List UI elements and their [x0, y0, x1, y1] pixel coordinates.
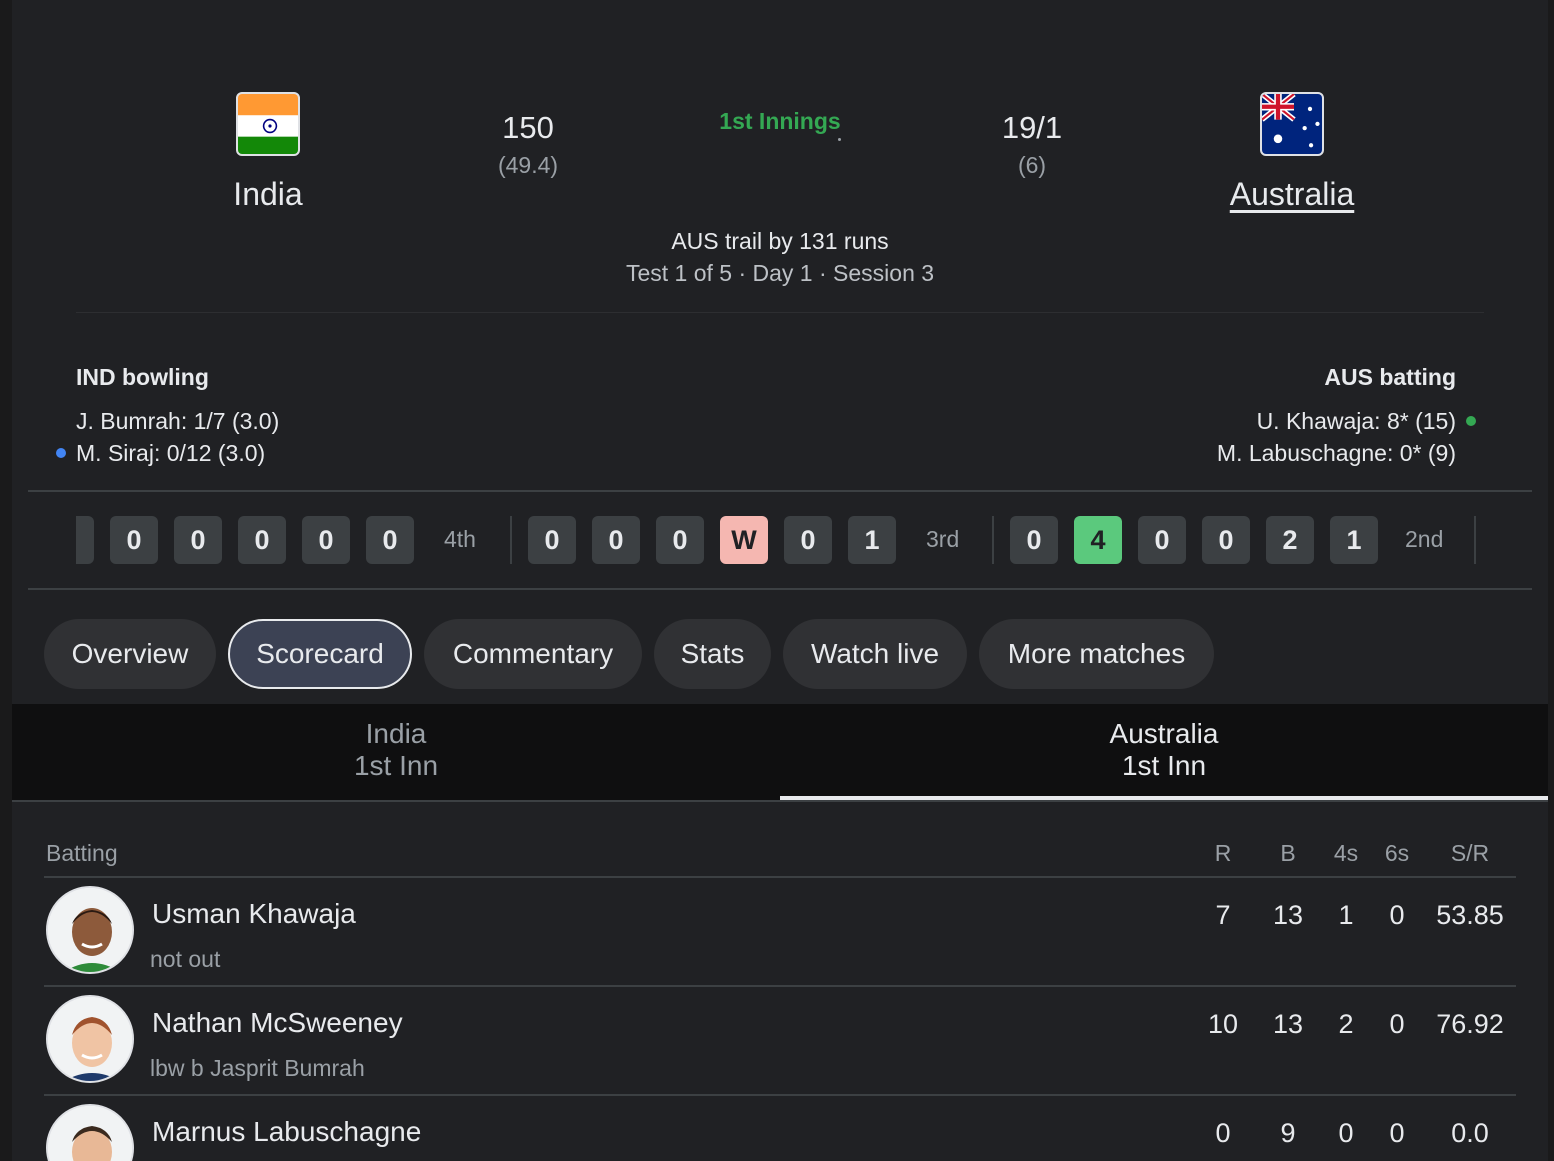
status-dot-icon — [838, 138, 841, 141]
player-avatar[interactable] — [46, 995, 134, 1083]
trail-text: AUS trail by 131 runs — [671, 228, 889, 254]
ball: 0 — [302, 516, 350, 564]
player-dismissal: not out — [150, 946, 221, 972]
player-name[interactable]: Marnus Labuschagne — [152, 1116, 421, 1148]
tab-commentary[interactable]: Commentary — [424, 619, 642, 689]
row-divider — [44, 985, 1516, 987]
tab-watch-live[interactable]: Watch live — [783, 619, 967, 689]
row-divider — [44, 876, 1516, 878]
ball: 0 — [784, 516, 832, 564]
player-name[interactable]: Nathan McSweeney — [152, 1007, 403, 1039]
ball: 0 — [1010, 516, 1058, 564]
ball: 0 — [366, 516, 414, 564]
innings-label: 1st Innings — [719, 108, 841, 134]
team2-overs: (6) — [1017, 152, 1047, 178]
bowling-title: IND bowling — [76, 364, 209, 390]
innings-tab-bar: India 1st Inn Australia 1st Inn — [12, 704, 1548, 800]
over-label: 3rd — [926, 526, 960, 552]
innings-tab-team: India — [365, 718, 427, 749]
ball: 1 — [848, 516, 896, 564]
batter-line: U. Khawaja: 8* (15) — [1217, 405, 1476, 437]
player-avatar[interactable] — [46, 886, 134, 974]
player-name[interactable]: Usman Khawaja — [152, 898, 356, 930]
tab-scorecard[interactable]: Scorecard — [228, 619, 412, 689]
innings-tab-inn: 1st Inn — [353, 750, 439, 781]
over-separator — [992, 516, 994, 564]
innings-tab-australia[interactable]: Australia 1st Inn — [780, 704, 1548, 800]
tab-stats[interactable]: Stats — [654, 619, 771, 689]
ball: 0 — [1138, 516, 1186, 564]
ball: 0 — [238, 516, 286, 564]
ball-partial — [76, 516, 94, 564]
team2-score: 19/1 (6) — [932, 110, 1132, 179]
innings-tab-inn: 1st Inn — [1121, 750, 1207, 781]
team2-name[interactable]: Australia — [1192, 176, 1392, 213]
ball: 0 — [592, 516, 640, 564]
ball: 0 — [528, 516, 576, 564]
batting-title: AUS batting — [1324, 364, 1456, 390]
row-divider — [44, 1094, 1516, 1096]
ball: 0 — [1202, 516, 1250, 564]
divider — [28, 490, 1532, 492]
stat-runs: 0 — [1215, 1118, 1231, 1148]
divider — [28, 588, 1532, 590]
ball-boundary: 4 — [1074, 516, 1122, 564]
innings-tab-india[interactable]: India 1st Inn — [12, 704, 780, 800]
col-header-strike-rate: S/R — [1450, 840, 1490, 866]
ball: 0 — [110, 516, 158, 564]
col-header-runs: R — [1214, 840, 1232, 866]
current-bowler-dot-icon — [56, 448, 66, 458]
innings-tab-team: Australia — [1109, 718, 1219, 749]
batter-text: U. Khawaja: 8* (15) — [1256, 408, 1456, 434]
ball: 1 — [1330, 516, 1378, 564]
bowler-line: M. Siraj: 0/12 (3.0) — [56, 437, 279, 469]
ball: 0 — [656, 516, 704, 564]
tab-overview[interactable]: Overview — [44, 619, 216, 689]
ball: 0 — [174, 516, 222, 564]
bowling-panel: IND bowling J. Bumrah: 1/7 (3.0) M. Sira… — [56, 364, 280, 469]
batting-panel: AUS batting U. Khawaja: 8* (15) M. Labus… — [1216, 364, 1476, 469]
stat-runs: 7 — [1215, 900, 1231, 930]
team1-name: India — [233, 176, 303, 212]
over-separator — [510, 516, 512, 564]
stat-runs: 10 — [1207, 1009, 1239, 1039]
australia-flag-icon — [1260, 92, 1324, 156]
match-info: Test 1 of 5 · Day 1 · Session 3 — [625, 260, 935, 286]
over-label: 2nd — [1405, 526, 1444, 552]
col-header-sixes: 6s — [1384, 840, 1410, 866]
team1-overs: (49.4) — [497, 152, 559, 178]
stat-strike-rate: 53.85 — [1436, 900, 1504, 930]
ball-wicket: W — [720, 516, 768, 564]
over-label: 4th — [444, 526, 476, 552]
innings-status: 1st Innings — [580, 108, 980, 135]
ball: 2 — [1266, 516, 1314, 564]
stat-strike-rate: 0.0 — [1451, 1118, 1489, 1148]
bowler-text: M. Siraj: 0/12 (3.0) — [76, 440, 266, 466]
team2-runs: 19/1 — [1001, 110, 1063, 145]
tab-more-matches[interactable]: More matches — [979, 619, 1214, 689]
on-strike-dot-icon — [1466, 416, 1476, 426]
over-separator — [1474, 516, 1476, 564]
team-india[interactable]: India — [168, 92, 368, 213]
team-australia[interactable]: Australia — [1192, 92, 1392, 213]
india-flag-icon — [236, 92, 300, 156]
batter-line: M. Labuschagne: 0* (9) — [1216, 440, 1456, 466]
player-dismissal: lbw b Jasprit Bumrah — [150, 1055, 365, 1081]
bowler-line: J. Bumrah: 1/7 (3.0) — [76, 408, 280, 434]
divider — [12, 800, 1548, 802]
batting-section-label: Batting — [46, 840, 118, 866]
stat-strike-rate: 76.92 — [1436, 1009, 1504, 1039]
divider — [76, 312, 1484, 313]
